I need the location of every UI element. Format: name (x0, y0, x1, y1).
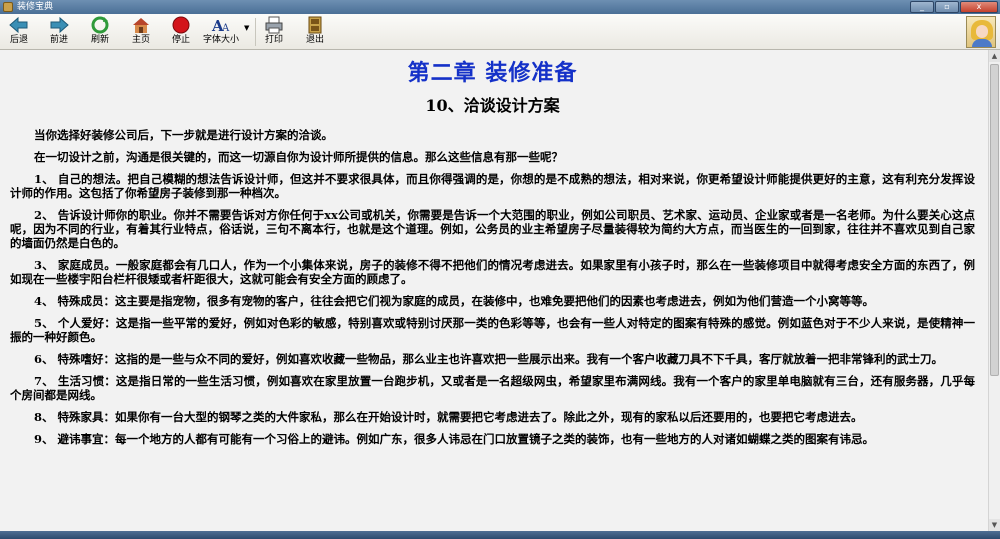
exit-door-icon (305, 16, 325, 34)
paragraph: 3、 家庭成员。一般家庭都会有几口人，作为一个小集体来说，房子的装修不得不把他们… (10, 258, 975, 286)
toolbar-divider (255, 18, 256, 46)
home-button[interactable]: 主页 (128, 16, 154, 48)
window-title: 装修宝典 (17, 2, 54, 12)
print-icon (264, 16, 284, 34)
stop-button[interactable]: 停止 (168, 16, 194, 48)
font-size-button[interactable]: AA ▼ 字体大小 (203, 16, 251, 48)
refresh-button[interactable]: 刷新 (87, 16, 113, 48)
refresh-icon (90, 16, 110, 34)
toolbar: 后退 前进 刷新 主页 停止 AA ▼ 字体大小 打印 退出 (0, 14, 1000, 50)
paragraph: 2、 告诉设计师你的职业。你并不需要告诉对方你任何于xx公司或机关，你需要是告诉… (10, 208, 975, 250)
chapter-title: 第二章 装修准备 (407, 60, 578, 86)
paragraph: 1、 自己的想法。把自己模糊的想法告诉设计师，但这并不要求很具体，而且你得强调的… (10, 172, 975, 200)
print-button[interactable]: 打印 (261, 16, 287, 48)
paragraph: 在一切设计之前，沟通是很关键的，而这一切源自你为设计师所提供的信息。那么这些信息… (34, 150, 563, 164)
paragraph: 当你选择好装修公司后，下一步就是进行设计方案的洽谈。 (34, 128, 333, 142)
document-content: 第二章 装修准备 10、洽谈设计方案 当你选择好装修公司后，下一步就是进行设计方… (0, 50, 988, 531)
paragraph: 6、 特殊嗜好：这指的是一些与众不同的爱好，例如喜欢收藏一些物品，那么业主也许喜… (34, 352, 943, 366)
vertical-scrollbar[interactable]: ▲ ▼ (988, 50, 1000, 531)
back-arrow-icon (9, 16, 29, 34)
title-bar: 装修宝典 _ ▫ x (0, 0, 1000, 14)
paragraph: 8、 特殊家具：如果你有一台大型的钢琴之类的大件家私，那么在开始设计时，就需要把… (34, 410, 863, 424)
font-size-icon: AA (211, 16, 231, 35)
stop-icon (171, 16, 191, 34)
forward-arrow-icon (49, 16, 69, 34)
minimize-button[interactable]: _ (910, 1, 934, 13)
window-controls: _ ▫ x (910, 1, 998, 13)
chevron-down-icon[interactable]: ▼ (244, 24, 249, 32)
paragraph: 9、 避讳事宜：每一个地方的人都有可能有一个习俗上的避讳。例如广东，很多人讳忌在… (34, 432, 874, 446)
paragraph: 5、 个人爱好：这是指一些平常的爱好，例如对色彩的敏感，特别喜欢或特别讨厌那一类… (10, 316, 975, 344)
svg-text:A: A (221, 23, 230, 34)
scrollbar-thumb[interactable] (990, 64, 999, 376)
paragraph: 4、 特殊成员：这主要是指宠物，很多有宠物的客户，往往会把它们视为家庭的成员，在… (34, 294, 874, 308)
scroll-up-button[interactable]: ▲ (989, 50, 1000, 62)
back-button[interactable]: 后退 (6, 16, 32, 48)
app-icon (3, 2, 13, 12)
scroll-down-button[interactable]: ▼ (989, 519, 1000, 531)
section-title: 10、洽谈设计方案 (425, 96, 560, 115)
forward-button[interactable]: 前进 (46, 16, 72, 48)
maximize-button[interactable]: ▫ (935, 1, 959, 13)
exit-button[interactable]: 退出 (302, 16, 328, 48)
close-button[interactable]: x (960, 1, 998, 13)
taskbar (0, 531, 1000, 539)
home-icon (131, 16, 151, 34)
paragraph: 7、 生活习惯：这是指日常的一些生活习惯，例如喜欢在家里放置一台跑步机，又或者是… (10, 374, 975, 402)
user-avatar (966, 16, 996, 48)
